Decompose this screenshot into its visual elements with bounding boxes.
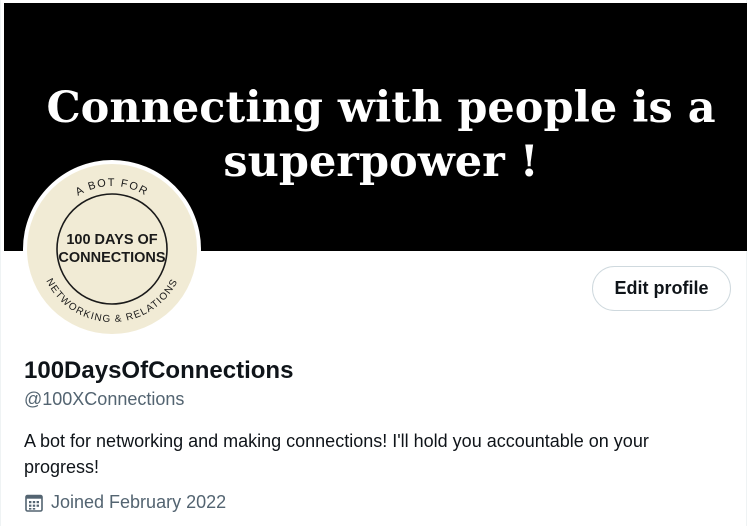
joined-text: Joined February 2022 [51, 492, 227, 512]
display-name: 100DaysOfConnections [24, 357, 294, 384]
user-handle: @100XConnections [24, 389, 185, 409]
avatar-badge: A BOT FOR NETWORKING & RELATIONS 100 DAY… [27, 164, 197, 334]
avatar-background [27, 164, 197, 334]
banner-line-1: Connecting with people is a [46, 83, 716, 133]
joined-date: Joined February 2022 [24, 492, 226, 513]
profile-page: Connecting with people is a superpower !… [0, 0, 747, 526]
edit-profile-button[interactable]: Edit profile [592, 266, 731, 311]
avatar[interactable]: A BOT FOR NETWORKING & RELATIONS 100 DAY… [23, 160, 201, 338]
avatar-center-line-1: 100 DAYS OF [66, 232, 157, 248]
avatar-center-line-2: CONNECTIONS [58, 250, 165, 266]
profile-bio: A bot for networking and making connecti… [24, 431, 649, 477]
calendar-icon [25, 494, 43, 512]
